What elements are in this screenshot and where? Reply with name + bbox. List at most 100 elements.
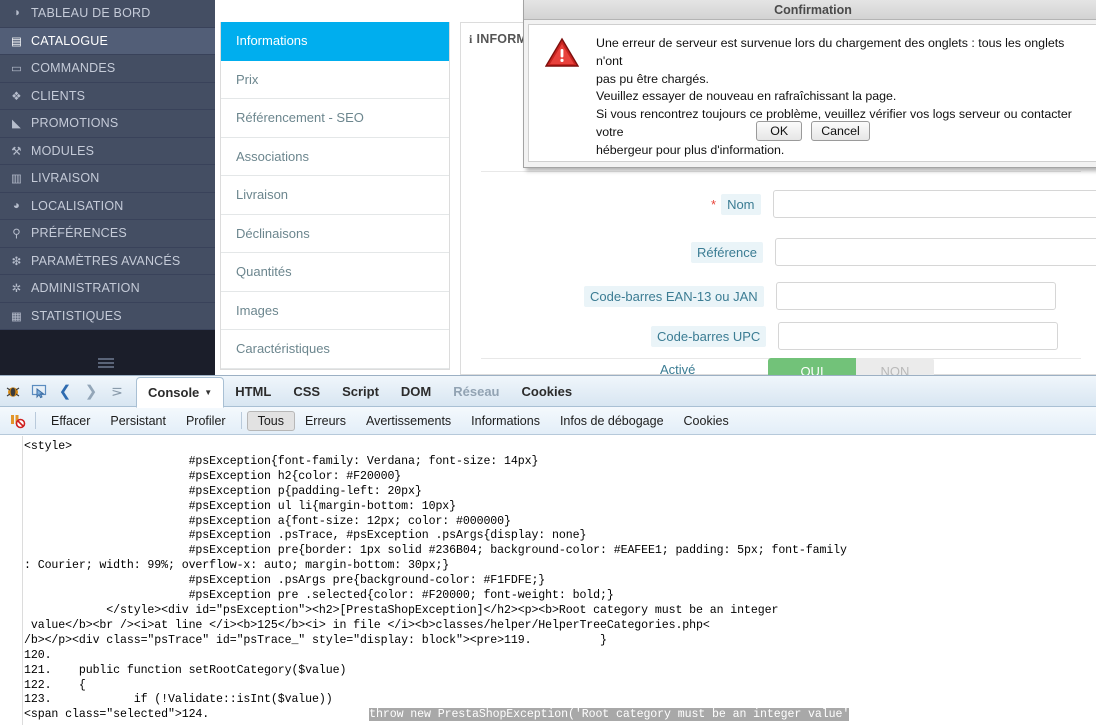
firebug-tab-label: Console (148, 384, 200, 400)
firebug-tab-css[interactable]: CSS (282, 376, 331, 407)
wrench-icon: ⚲ (12, 228, 21, 241)
sidebar-item-administration[interactable]: ✲ ADMINISTRATION (0, 275, 215, 303)
field-label-ean13: Code-barres EAN-13 ou JAN (584, 285, 764, 307)
sidebar-item-localisation[interactable]: ◕ LOCALISATION (0, 192, 215, 220)
console-filter-erreurs[interactable]: Erreurs (295, 411, 356, 431)
firebug-tab-html[interactable]: HTML (224, 376, 282, 407)
sidebar-item-promotions[interactable]: ◣ PROMOTIONS (0, 110, 215, 138)
sidebar-item-label: STATISTIQUES (31, 308, 122, 323)
dialog-title: Confirmation (524, 0, 1096, 20)
ok-button[interactable]: OK (756, 121, 803, 141)
sidebar-item-tableau-de-bord[interactable]: ◑ TABLEAU DE BORD (0, 0, 215, 28)
globe-icon: ◕ (12, 199, 21, 212)
firebug-console-toolbar: Effacer Persistant Profiler Tous Erreurs Ave… (0, 407, 1096, 435)
sidebar-item-modules[interactable]: ⚒ MODULES (0, 137, 215, 165)
main-sidebar: ◑ TABLEAU DE BORD ▤ CATALOGUE ▭ COMMANDES ❖ CLI… (0, 0, 215, 375)
ean13-input[interactable] (775, 282, 1056, 310)
inspect-cursor-icon[interactable] (26, 378, 52, 404)
forward-arrow-icon[interactable]: ❯ (78, 378, 104, 404)
nom-input[interactable] (772, 190, 1096, 218)
sidebar-item-label: PRÉFÉRENCES (31, 226, 127, 241)
firebug-toolbar: ❮ ❯ ⋝ Console ▼ HTML CSS Script DOM Réseau Cook… (0, 376, 1096, 408)
form-divider (481, 171, 1081, 172)
hamburger-icon[interactable] (98, 358, 114, 369)
field-label-nom: Nom (721, 193, 761, 215)
tab-quantit-s[interactable]: Quantités (221, 253, 449, 292)
dialog-message-line: Une erreur de serveur est survenue lors … (596, 36, 1065, 68)
firebug-tab-dom[interactable]: DOM (390, 376, 442, 407)
sidebar-item-catalogue[interactable]: ▤ CATALOGUE (0, 27, 215, 55)
sidebar-item-param-tres-avanc-s[interactable]: ❇ PARAMÈTRES AVANCÉS (0, 247, 215, 275)
switch-label: Activé (660, 362, 696, 375)
console-filter-avertissements[interactable]: Avertissements (356, 411, 461, 431)
gear-icon: ✲ (11, 283, 22, 296)
tab-label: Associations (236, 148, 309, 164)
sidebar-item-statistiques[interactable]: ▦ STATISTIQUES (0, 302, 215, 330)
console-selected-line-prefix: <span class="selected">124. (24, 708, 210, 722)
sidebar-item-pr-f-rences[interactable]: ⚲ PRÉFÉRENCES (0, 220, 215, 248)
clear-console-icon[interactable] (4, 408, 30, 434)
upc-input[interactable] (778, 322, 1059, 350)
field-row-upc: Code-barres UPC (651, 320, 1059, 352)
tab-images[interactable]: Images (221, 291, 449, 330)
dialog-body: Une erreur de serveur est survenue lors … (528, 24, 1096, 162)
back-arrow-icon[interactable]: ❮ (52, 378, 78, 404)
tab-label: Quantités (236, 264, 292, 280)
switch-yes-button[interactable]: OUI (768, 358, 856, 375)
firebug-tab-label: Cookies (521, 383, 573, 399)
sidebar-item-label: ADMINISTRATION (31, 281, 140, 296)
firebug-tab-r-seau[interactable]: Réseau (442, 376, 510, 407)
toolbar-separator (240, 412, 242, 429)
console-filter-cookies[interactable]: Cookies (674, 411, 739, 431)
tab-label: Prix (236, 71, 259, 87)
switch-no-button[interactable]: NON (856, 358, 934, 375)
firebug-tab-script[interactable]: Script (331, 376, 390, 407)
tab-r-f-rencement-seo[interactable]: Référencement - SEO (221, 99, 449, 138)
console-filter-informations[interactable]: Informations (461, 411, 550, 431)
field-label-reference: Référence (691, 241, 763, 263)
sidebar-item-label: PARAMÈTRES AVANCÉS (31, 253, 181, 268)
cogs-icon: ❇ (11, 255, 22, 268)
cancel-button[interactable]: Cancel (811, 121, 870, 141)
sidebar-item-label: COMMANDES (31, 61, 116, 76)
sidebar-item-clients[interactable]: ❖ CLIENTS (0, 82, 215, 110)
sidebar-item-livraison[interactable]: ▥ LIVRAISON (0, 165, 215, 193)
tab-d-clinaisons[interactable]: Déclinaisons (221, 214, 449, 253)
tab-prix[interactable]: Prix (221, 60, 449, 99)
tab-label: Informations (236, 33, 308, 49)
sidebar-item-label: CATALOGUE (31, 33, 109, 48)
chart-icon: ▦ (10, 310, 23, 323)
firebug-actions: Effacer Persistant Profiler (41, 411, 236, 431)
firebug-logo-icon[interactable] (0, 378, 26, 404)
console-output-area[interactable]: <style> #psException{font-family: Verdan… (0, 436, 1096, 725)
firebug-filters: Tous Erreurs Avertissements Informations Inf… (246, 410, 739, 431)
sidebar-item-label: PROMOTIONS (31, 116, 119, 131)
tab-associations[interactable]: Associations (221, 137, 449, 176)
console-action-effacer[interactable]: Effacer (41, 411, 100, 431)
field-row-nom: * Nom (711, 188, 1096, 220)
chevron-down-icon[interactable]: ▼ (204, 388, 212, 397)
tab-informations[interactable]: Informations (221, 22, 449, 61)
firebug-tab-label: Réseau (453, 383, 500, 399)
info-icon: i (469, 31, 473, 46)
truck-icon: ▥ (10, 173, 23, 186)
card-icon: ▭ (10, 63, 23, 76)
tab-caract-ristiques[interactable]: Caractéristiques (221, 330, 449, 369)
command-line-icon[interactable]: ⋝ (104, 378, 130, 404)
warning-triangle-icon (544, 37, 580, 67)
console-filter-infos-de-d-bogage[interactable]: Infos de débogage (550, 411, 674, 431)
screen-root: ◑ TABLEAU DE BORD ▤ CATALOGUE ▭ COMMANDES ❖ CLI… (0, 0, 1096, 725)
console-action-persistant[interactable]: Persistant (100, 411, 176, 431)
firebug-tab-cookies[interactable]: Cookies (511, 376, 584, 407)
reference-input[interactable] (774, 238, 1096, 266)
dialog-button-row: OK Cancel (529, 121, 1096, 141)
console-filter-tous[interactable]: Tous (246, 410, 295, 431)
field-row-ean13: Code-barres EAN-13 ou JAN (584, 280, 1056, 312)
tab-livraison[interactable]: Livraison (221, 176, 449, 215)
tab-label: Livraison (236, 187, 289, 203)
console-action-profiler[interactable]: Profiler (176, 411, 236, 431)
sidebar-item-commandes[interactable]: ▭ COMMANDES (0, 55, 215, 83)
firebug-tab-label: CSS (293, 383, 321, 399)
firebug-tab-console[interactable]: Console ▼ (136, 376, 225, 408)
console-code-text: <style> #psException{font-family: Verdan… (24, 440, 847, 707)
